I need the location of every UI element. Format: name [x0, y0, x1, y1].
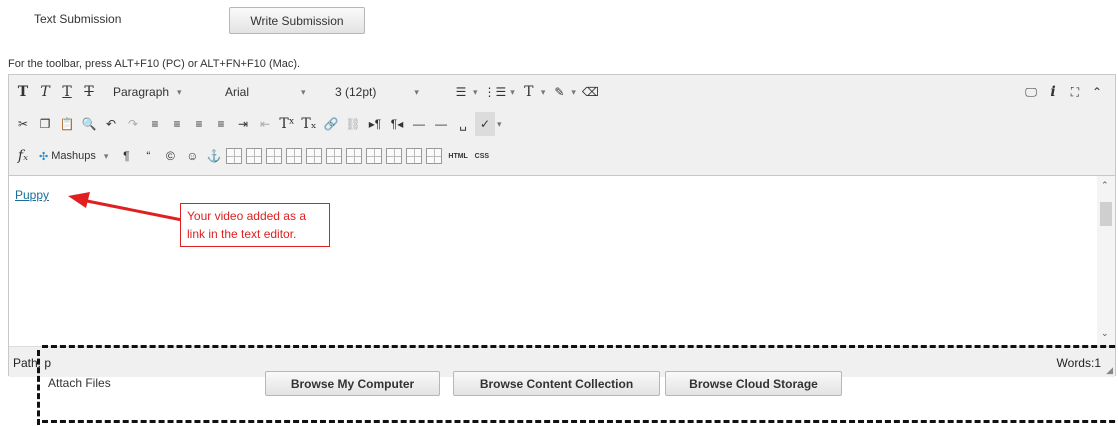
chevron-down-icon[interactable]: ▾: [541, 87, 546, 98]
insert-table-icon[interactable]: [226, 148, 243, 164]
size-select[interactable]: 3 (12pt) ▾: [329, 81, 447, 103]
blockquote-icon[interactable]: “: [138, 144, 158, 168]
italic-icon[interactable]: T: [35, 80, 55, 104]
paragraph-mark-icon[interactable]: ¶: [116, 144, 136, 168]
text-submission-label: Text Submission: [34, 12, 122, 26]
table-icon[interactable]: [346, 148, 363, 164]
outdent-icon[interactable]: ⇤: [255, 112, 275, 136]
collapse-toolbar-icon[interactable]: ⌃: [1087, 80, 1107, 104]
chevron-down-icon: ▾: [301, 86, 306, 97]
browse-my-computer-button[interactable]: Browse My Computer: [265, 371, 440, 396]
editor-scrollbar[interactable]: ⌃ ⌄: [1097, 176, 1115, 346]
scroll-up-icon[interactable]: ⌃: [1101, 180, 1109, 191]
link-icon[interactable]: 🔗: [321, 112, 341, 136]
redo-icon[interactable]: ↷: [123, 112, 143, 136]
ltr-icon[interactable]: ▸¶: [365, 112, 385, 136]
toolbar-row-2: ✂ ❐ 📋 🔍 ↶ ↷ ≡ ≡ ≡ ≡ ⇥ ⇤ Tˣ Tₓ 🔗 ⛓ ▸¶ ¶◂ …: [13, 109, 506, 139]
table-icon[interactable]: [406, 148, 423, 164]
table-icon[interactable]: [326, 148, 343, 164]
table-icon[interactable]: [366, 148, 383, 164]
math-icon[interactable]: fₓ: [13, 144, 33, 168]
chevron-down-icon[interactable]: ▾: [571, 87, 576, 98]
paragraph-select-value: Paragraph: [113, 85, 170, 99]
paste-icon[interactable]: 📋: [57, 112, 77, 136]
space-icon[interactable]: ␣: [453, 112, 473, 136]
toolbar-row-3: fₓ ✣ Mashups ▾ ¶ “ © ☺ ⚓ HTML CSS: [13, 141, 494, 171]
copy-icon[interactable]: ❐: [35, 112, 55, 136]
table-icon[interactable]: [306, 148, 323, 164]
preview-icon[interactable]: 🖵: [1021, 80, 1041, 104]
callout-arrow-icon: [68, 192, 183, 222]
justify-icon[interactable]: ≡: [211, 112, 231, 136]
scroll-down-icon[interactable]: ⌄: [1101, 328, 1109, 339]
paragraph-select[interactable]: Paragraph ▾: [107, 81, 215, 103]
copyright-icon[interactable]: ©: [160, 144, 180, 168]
browse-content-collection-button[interactable]: Browse Content Collection: [453, 371, 660, 396]
fullscreen-icon[interactable]: ⛶: [1065, 80, 1085, 104]
chevron-down-icon[interactable]: ▾: [473, 87, 478, 98]
font-select[interactable]: Arial ▾: [219, 81, 325, 103]
mashups-select[interactable]: ✣ Mashups ▾: [35, 145, 112, 167]
indent-icon[interactable]: ⇥: [233, 112, 253, 136]
strikethrough-icon[interactable]: T: [79, 80, 99, 104]
chevron-down-icon[interactable]: ▾: [510, 87, 515, 98]
callout-box: Your video added as a link in the text e…: [180, 203, 330, 247]
chevron-down-icon: ▾: [103, 150, 109, 161]
attach-files-region-left-border: [37, 350, 40, 425]
attach-files-label: Attach Files: [48, 376, 111, 390]
numbered-list-icon[interactable]: ⋮☰: [482, 80, 509, 104]
browse-cloud-storage-button[interactable]: Browse Cloud Storage: [665, 371, 842, 396]
toolbar-row-1: T T T T Paragraph ▾ Arial ▾ 3 (12pt) ▾ ☰ ▾ ⋮…: [13, 77, 603, 107]
align-left-icon[interactable]: ≡: [145, 112, 165, 136]
eraser-icon[interactable]: ⌫: [580, 80, 601, 104]
highlight-icon[interactable]: ✎: [549, 80, 569, 104]
table-icon[interactable]: [266, 148, 283, 164]
table-icon[interactable]: [286, 148, 303, 164]
scrollbar-thumb[interactable]: [1100, 202, 1112, 226]
horizontal-rule-icon[interactable]: —: [409, 112, 429, 136]
unlink-icon[interactable]: ⛓: [343, 112, 363, 136]
cut-icon[interactable]: ✂: [13, 112, 33, 136]
size-select-value: 3 (12pt): [335, 85, 377, 99]
superscript-icon[interactable]: Tˣ: [277, 112, 297, 136]
align-center-icon[interactable]: ≡: [167, 112, 187, 136]
undo-icon[interactable]: ↶: [101, 112, 121, 136]
callout-line-1: Your video added as a: [187, 209, 306, 223]
html-button[interactable]: HTML: [446, 144, 469, 168]
font-select-value: Arial: [225, 85, 250, 99]
info-icon[interactable]: i: [1043, 80, 1063, 104]
chevron-down-icon: ▾: [414, 86, 419, 97]
rtl-icon[interactable]: ¶◂: [387, 112, 407, 136]
editor-toolbar: T T T T Paragraph ▾ Arial ▾ 3 (12pt) ▾ ☰ ▾ ⋮…: [9, 75, 1115, 176]
table-icon[interactable]: [386, 148, 403, 164]
anchor-icon[interactable]: ⚓: [204, 144, 224, 168]
table-icon[interactable]: [426, 148, 443, 164]
table-icon[interactable]: [246, 148, 263, 164]
toolbar-hint: For the toolbar, press ALT+F10 (PC) or A…: [8, 58, 301, 70]
bold-icon[interactable]: T: [13, 80, 33, 104]
css-button[interactable]: CSS: [472, 144, 492, 168]
mashups-label: Mashups: [51, 150, 96, 162]
mashups-icon: ✣: [39, 150, 49, 163]
subscript-icon[interactable]: Tₓ: [299, 112, 319, 136]
write-submission-button[interactable]: Write Submission: [229, 7, 365, 34]
underline-icon[interactable]: T: [57, 80, 77, 104]
bullet-list-icon[interactable]: ☰: [451, 80, 471, 104]
toolbar-right-icons: 🖵 i ⛶ ⌃: [1021, 80, 1109, 104]
chevron-down-icon[interactable]: ▾: [497, 119, 502, 130]
align-right-icon[interactable]: ≡: [189, 112, 209, 136]
chevron-down-icon: ▾: [177, 86, 182, 97]
callout-line-2: link in the text editor.: [187, 227, 297, 241]
text-color-icon[interactable]: T: [519, 80, 539, 104]
find-icon[interactable]: 🔍: [79, 112, 99, 136]
emoticon-icon[interactable]: ☺: [182, 144, 202, 168]
spellcheck-icon[interactable]: ✓: [475, 112, 495, 136]
puppy-link[interactable]: Puppy: [15, 188, 49, 202]
non-breaking-line-icon[interactable]: —: [431, 112, 451, 136]
